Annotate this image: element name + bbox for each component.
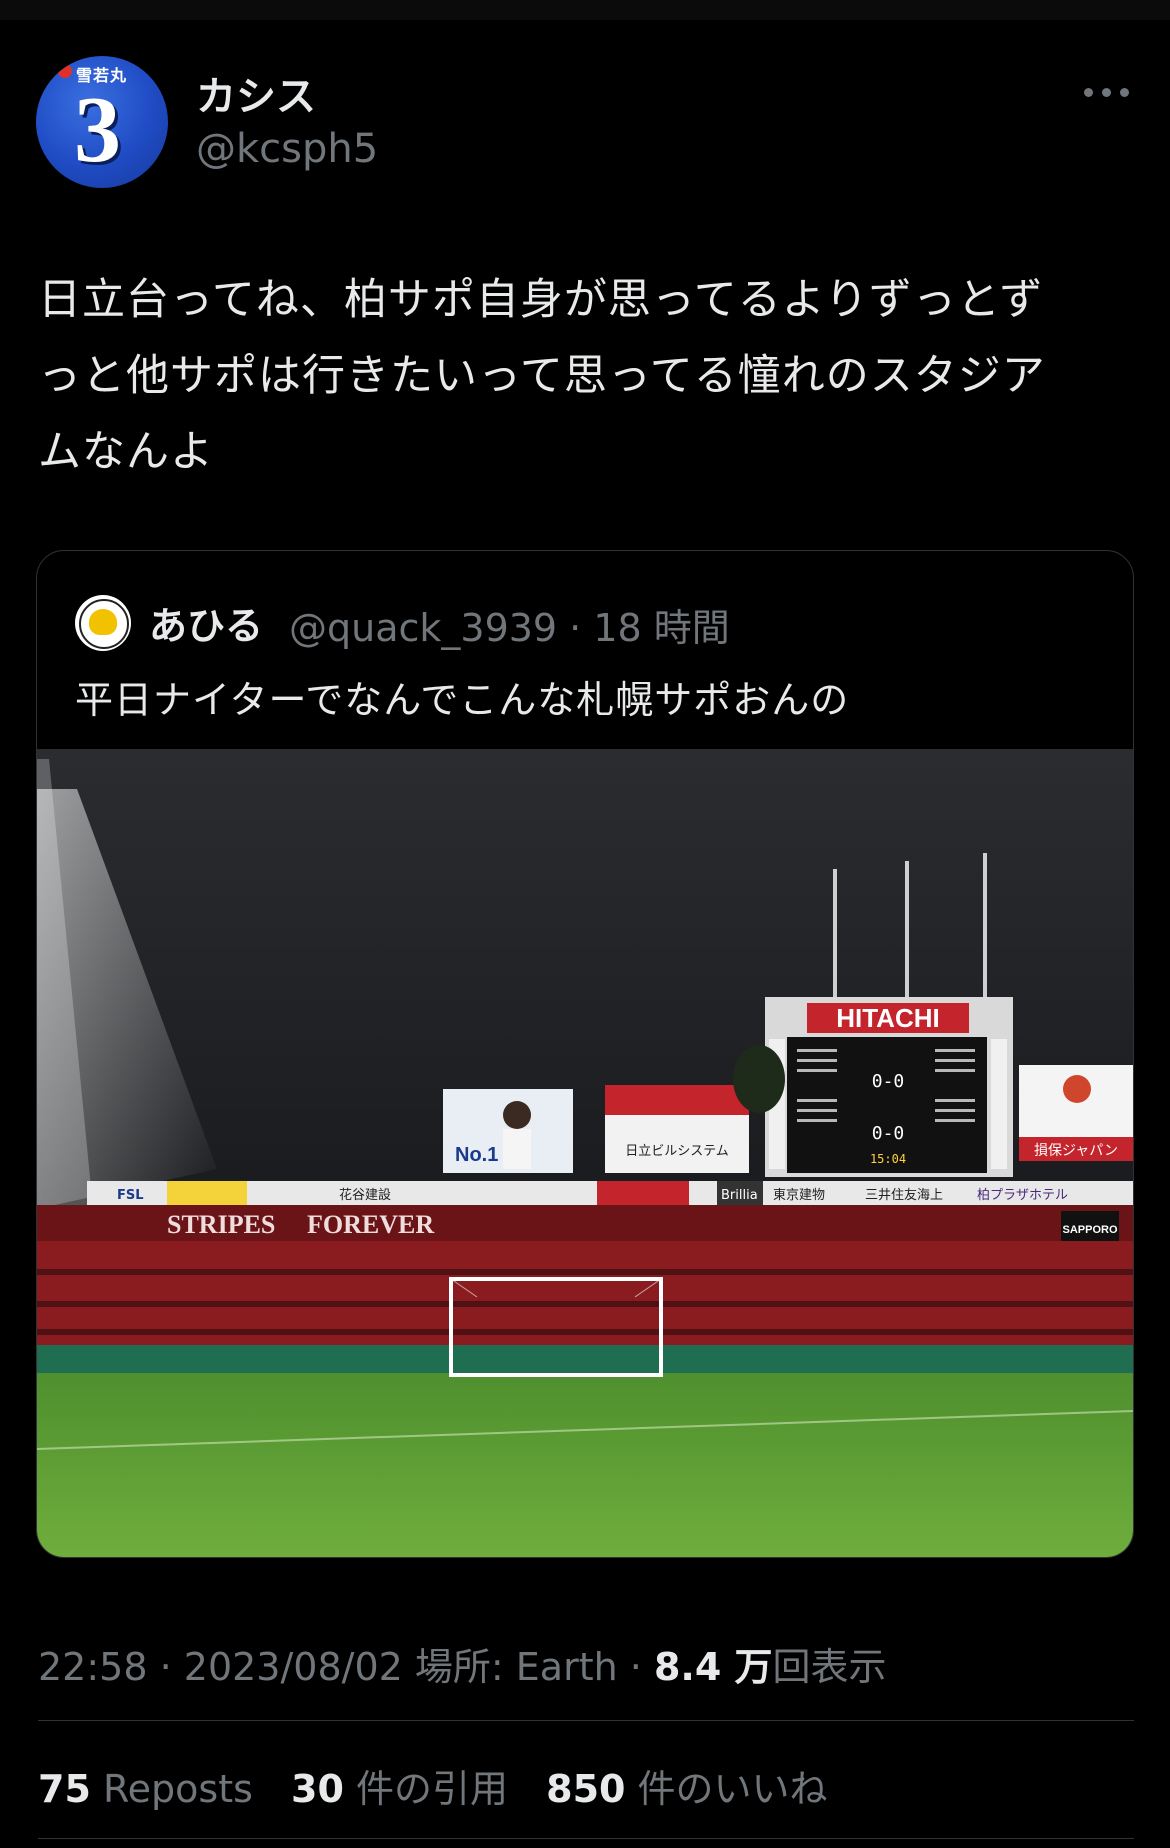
quoted-handle-time: @quack_3939 · 18 時間 [289,606,730,650]
status-bar [0,0,1170,20]
svg-text:東京建物: 東京建物 [773,1187,825,1203]
ad-panel-no1: No.1 [443,1089,573,1173]
avatar[interactable]: 雪若丸 3 [36,56,168,188]
reposts-label: Reposts [102,1767,253,1811]
advertising-boards: FSL 花谷建設 Brillia 東京建物 三井住友海上 柏プラザホテル [87,1181,1133,1205]
views-label: 回表示 [772,1645,887,1689]
quoted-tweet-card[interactable]: あひる @quack_3939 · 18 時間 平日ナイターでなんでこんな札幌サ… [36,550,1134,1558]
divider [38,1720,1134,1721]
svg-text:SAPPORO: SAPPORO [1062,1224,1117,1236]
pitch [37,1373,1133,1557]
tweet-time[interactable]: 22:58 [38,1645,148,1689]
quoted-display-name[interactable]: あひる [149,595,263,650]
author-handle[interactable]: @kcsph5 [196,126,378,172]
tweet-text-line: 日立台ってね、柏サポ自身が思ってるよりずっとず [38,275,1044,325]
reposts-count: 75 [38,1767,91,1811]
tweet-meta: 22:58 · 2023/08/02 場所: Earth · 8.4 万回表示 [38,1645,887,1689]
avatar-jersey-number: 3 [74,78,121,182]
svg-text:三井住友海上: 三井住友海上 [865,1187,943,1203]
match-clock: 15:04 [870,1152,906,1166]
pitch-fence [37,1345,1133,1377]
svg-text:FOREVER: FOREVER [307,1210,434,1239]
likes-label: 件のいいね [637,1767,828,1811]
svg-text:日立ビルシステム: 日立ビルシステム [625,1144,729,1159]
tweet-text: 日立台ってね、柏サポ自身が思ってるよりずっとず っと他サポは行きたいって思ってる… [38,262,1148,490]
engagement-stats: 75 Reposts 30 件の引用 850 件のいいね [38,1758,828,1813]
divider [38,1838,1134,1839]
score-top: 0-0 [872,1071,905,1092]
svg-text:FSL: FSL [117,1188,144,1203]
stadium-photo[interactable]: HITACHI 0-0 0-0 15:04 No.1 日立ビルシステム 損保ジャ… [37,749,1133,1557]
quotes-label: 件の引用 [356,1767,509,1811]
ad-panel-hitachi-building: 日立ビルシステム [605,1085,749,1173]
svg-text:損保ジャパン: 損保ジャパン [1034,1143,1118,1159]
tweet-text-line: ムなんよ [38,427,214,477]
tweet-text-line: っと他サポは行きたいって思ってる憧れのスタジア [38,351,1046,401]
ad-panel-sompo: 損保ジャパン [1019,1065,1133,1161]
svg-text:Brillia: Brillia [721,1188,758,1203]
tweet-location: 場所: Earth [414,1645,618,1689]
views-count: 8.4 万 [653,1645,773,1689]
quoted-avatar[interactable] [75,595,131,651]
quoted-text: 平日ナイターでなんでこんな札幌サポおんの [75,678,850,722]
tweet-date[interactable]: 2023/08/02 [184,1645,403,1689]
svg-text:花谷建設: 花谷建設 [339,1187,391,1203]
svg-text:No.1: No.1 [455,1144,498,1166]
quotes-stat[interactable]: 30 件の引用 [291,1767,508,1811]
sponsor-logo-icon [58,64,72,78]
duck-logo-icon [89,609,117,635]
quotes-count: 30 [291,1767,344,1811]
reposts-stat[interactable]: 75 Reposts [38,1767,253,1811]
more-options-icon[interactable] [1084,80,1130,104]
likes-count: 850 [546,1767,626,1811]
scoreboard-brand: HITACHI [836,1003,940,1033]
svg-text:柏プラザホテル: 柏プラザホテル [977,1188,1068,1203]
score-bottom: 0-0 [872,1123,905,1144]
svg-text:STRIPES: STRIPES [167,1210,275,1239]
author-display-name[interactable]: カシス [196,64,316,122]
scoreboard: HITACHI 0-0 0-0 15:04 [765,997,1013,1177]
likes-stat[interactable]: 850 件のいいね [546,1767,827,1811]
